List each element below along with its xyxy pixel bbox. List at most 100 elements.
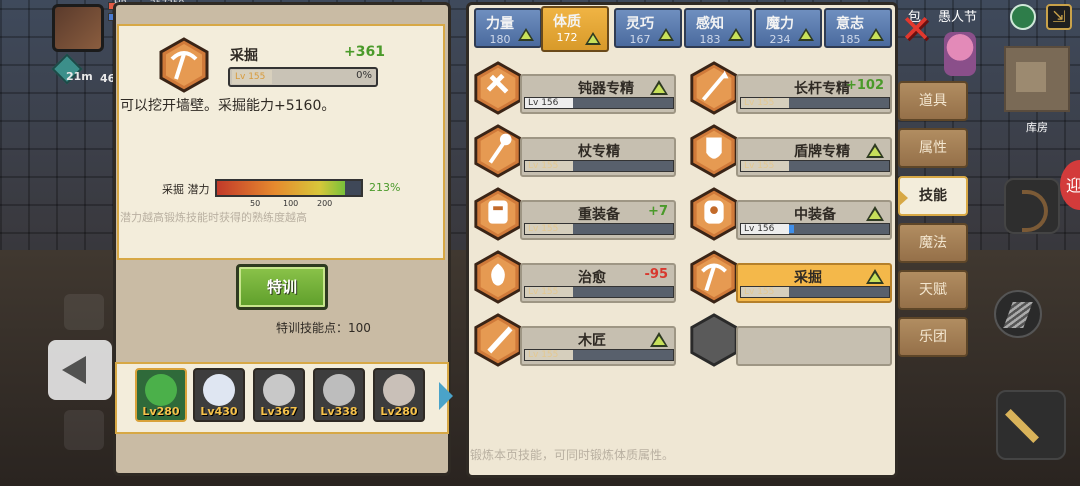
upgrade-arrow-icon xyxy=(585,32,601,45)
skill-row[interactable]: 杖专精 Lv 155 xyxy=(520,137,676,177)
potential-hint: 潜力越高锻炼技能时获得的熟练度越高 xyxy=(120,211,307,224)
saw-icon xyxy=(474,313,522,367)
upgrade-arrow-icon xyxy=(866,206,884,221)
player-avatar[interactable] xyxy=(52,4,104,52)
potential-label: 采掘 潜力 xyxy=(162,183,210,196)
character-portrait xyxy=(263,374,295,406)
character-portrait xyxy=(383,374,415,406)
roster-level: Lv280 xyxy=(142,405,180,418)
exit-icon[interactable]: ⇲ xyxy=(1046,4,1072,30)
side-menu-tab[interactable]: 乐团 xyxy=(898,317,968,357)
skill-level: Lv 155 xyxy=(232,70,272,84)
potential-tick: 50 xyxy=(250,199,261,208)
pickaxe-icon xyxy=(690,250,738,304)
dpad-up[interactable] xyxy=(64,294,104,330)
potential-tick: 200 xyxy=(317,199,333,208)
skill-row-bar: Lv 155 xyxy=(524,286,674,298)
skill-row-level: Lv 155 xyxy=(741,287,789,297)
roster-level: Lv338 xyxy=(320,405,358,418)
hammer-icon xyxy=(474,61,522,115)
skill-row-bar: Lv 155 xyxy=(524,160,674,172)
medium-armor-icon xyxy=(690,187,738,241)
timer-a: 21m xyxy=(66,70,93,83)
minimap-label: 库房 xyxy=(1026,121,1048,134)
skill-row[interactable]: 盾牌专精 Lv 155 xyxy=(736,137,892,177)
skill-row-bar: Lv 155 xyxy=(740,97,890,109)
stat-tab[interactable]: 力量 180 xyxy=(474,8,542,48)
skill-row[interactable]: 采掘 Lv 155 xyxy=(736,263,892,303)
heavy-armor-icon xyxy=(474,187,522,241)
character-portrait xyxy=(203,374,235,406)
stat-tab-name: 魔力 xyxy=(766,16,794,32)
skill-row[interactable]: 木匠 Lv 155 xyxy=(520,326,676,366)
roster-level: Lv367 xyxy=(260,405,298,418)
stat-tab[interactable]: 感知 183 xyxy=(684,8,752,48)
side-menu-tab[interactable]: 属性 xyxy=(898,128,968,168)
stat-tab[interactable]: 体质 172 xyxy=(541,6,609,52)
skill-row-fill xyxy=(789,225,794,233)
stat-tab-name: 灵巧 xyxy=(626,16,654,32)
skill-row[interactable]: 钝器专精 Lv 156 xyxy=(520,74,676,114)
dpad-down[interactable] xyxy=(64,410,104,450)
skill-row-level: Lv 155 xyxy=(525,161,573,171)
upgrade-arrow-icon xyxy=(866,143,884,158)
skill-row-name: 重装备 xyxy=(578,207,620,223)
stat-tab[interactable]: 灵巧 167 xyxy=(614,8,682,48)
skill-row-level: Lv 155 xyxy=(741,161,789,171)
heal-icon xyxy=(474,250,522,304)
train-button[interactable]: 特训 xyxy=(236,264,328,310)
skill-row[interactable]: 中装备 Lv 156 xyxy=(736,200,892,240)
stat-tab-value: 172 xyxy=(556,31,578,44)
side-menu-tab[interactable]: 天赋 xyxy=(898,270,968,310)
roster-member[interactable]: Lv367 xyxy=(253,368,305,422)
skill-row-name: 杖专精 xyxy=(578,144,620,160)
skill-row-value: +7 xyxy=(648,204,668,219)
skill-row-name: 长杆专精 xyxy=(794,81,850,97)
skill-row-bar: Lv 155 xyxy=(524,349,674,361)
stat-tab-name: 意志 xyxy=(836,16,864,32)
stat-tab-name: 体质 xyxy=(553,14,581,30)
shield-icon xyxy=(690,124,738,178)
character-portrait xyxy=(323,374,355,406)
bow-icon[interactable] xyxy=(1004,178,1060,234)
sword-icon[interactable] xyxy=(996,390,1066,460)
upgrade-arrow-icon xyxy=(798,28,814,41)
upgrade-arrow-icon xyxy=(868,28,884,41)
dpad-left-button[interactable] xyxy=(48,340,112,400)
upgrade-arrow-icon xyxy=(728,28,744,41)
skill-row[interactable]: 重装备 Lv 155 +7 xyxy=(520,200,676,240)
upgrade-arrow-icon xyxy=(650,332,668,347)
roster-member[interactable]: Lv280 xyxy=(373,368,425,422)
side-menu-tab[interactable]: 技能 xyxy=(898,176,968,216)
skill-exp-percent: 0% xyxy=(356,70,372,81)
stat-tab-value: 234 xyxy=(769,33,791,46)
stat-tab-value: 167 xyxy=(629,33,651,46)
feather-icon[interactable] xyxy=(994,290,1042,338)
close-icon[interactable]: ✕ xyxy=(898,10,934,48)
character-sprite xyxy=(944,32,976,76)
globe-icon[interactable] xyxy=(1010,4,1036,30)
side-menu-tab[interactable]: 魔法 xyxy=(898,223,968,263)
roster-member[interactable]: Lv280 xyxy=(135,368,187,422)
potential-percent: 213% xyxy=(369,181,401,194)
event-label: 愚人节 xyxy=(938,10,978,25)
roster-next-arrow[interactable] xyxy=(439,382,453,410)
skill-row-bar: Lv 155 xyxy=(524,223,674,235)
skill-row-value: -95 xyxy=(644,267,669,282)
skill-bonus: +361 xyxy=(344,44,385,60)
skill-name: 采掘 xyxy=(230,48,258,64)
skill-row[interactable]: 治愈 Lv 155 -95 xyxy=(520,263,676,303)
skill-row-name: 木匠 xyxy=(578,333,606,349)
stat-tab[interactable]: 魔力 234 xyxy=(754,8,822,48)
roster-member[interactable]: Lv338 xyxy=(313,368,365,422)
side-menu-tab[interactable]: 道具 xyxy=(898,81,968,121)
potential-tick: 100 xyxy=(283,199,299,208)
stat-tab-name: 力量 xyxy=(486,16,514,32)
upgrade-arrow-icon xyxy=(518,28,534,41)
roster-member[interactable]: Lv430 xyxy=(193,368,245,422)
skill-row[interactable]: 长杆专精 Lv 155 +102 xyxy=(736,74,892,114)
skill-row-name: 盾牌专精 xyxy=(794,144,850,160)
skill-row-level: Lv 156 xyxy=(525,98,573,108)
staff-icon xyxy=(474,124,522,178)
stat-tab[interactable]: 意志 185 xyxy=(824,8,892,48)
